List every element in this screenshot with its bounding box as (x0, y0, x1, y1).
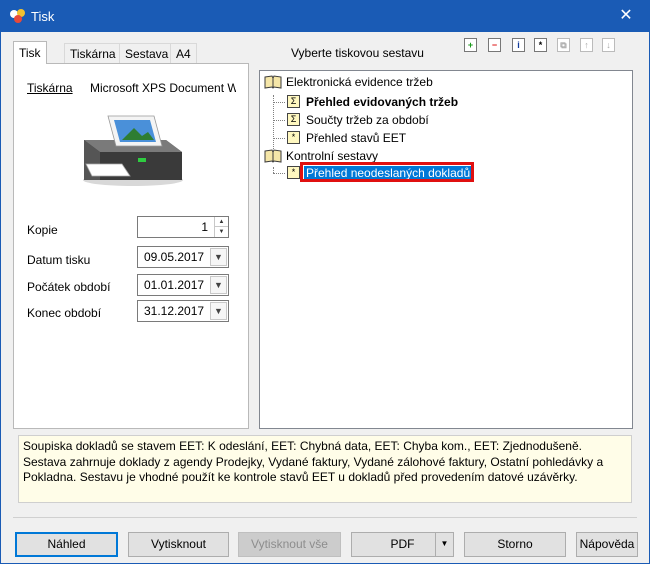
period-start-field[interactable]: 01.01.2017 ▼ (137, 274, 229, 296)
print-dialog: Tisk ✕ Tisk Tiskárna Sestava A4 Tiskárna… (0, 0, 650, 564)
printer-link[interactable]: Tiskárna (27, 81, 73, 95)
tab-sestava[interactable]: Sestava (119, 43, 175, 63)
pdf-button-label: PDF (390, 537, 415, 551)
cancel-button[interactable]: Storno (464, 532, 566, 557)
copy-icon[interactable]: ⧉ (557, 38, 570, 52)
tree-group-label: Kontrolní sestavy (286, 149, 379, 163)
sigma-icon: Σ (287, 95, 300, 108)
star-doc-icon: * (287, 131, 300, 144)
spin-up-icon[interactable]: ▲ (215, 217, 228, 227)
info-icon[interactable]: i (512, 38, 525, 52)
sigma-icon: Σ (287, 113, 300, 126)
remove-icon[interactable]: − (488, 38, 501, 52)
copies-label: Kopie (27, 223, 58, 237)
pdf-button[interactable]: PDF ▼ (351, 532, 454, 557)
chevron-down-icon[interactable]: ▼ (210, 302, 227, 320)
help-button[interactable]: Nápověda (576, 532, 638, 557)
chevron-down-icon[interactable]: ▼ (210, 248, 227, 266)
close-icon[interactable]: ✕ (603, 1, 649, 32)
printer-name: Microsoft XPS Document Writer (90, 81, 236, 95)
book-icon (264, 149, 282, 163)
copies-stepper[interactable]: 1 ▲ ▼ (137, 216, 229, 238)
app-logo-icon (10, 9, 25, 23)
print-settings-panel: Tiskárna Microsoft XPS Document Writer K… (13, 63, 249, 429)
star-icon[interactable]: * (534, 38, 547, 52)
move-down-icon[interactable]: ↓ (602, 38, 615, 52)
report-tree: Elektronická evidence tržeb Σ Přehled ev… (259, 70, 633, 429)
tab-a4[interactable]: A4 (170, 43, 197, 63)
period-end-field[interactable]: 31.12.2017 ▼ (137, 300, 229, 322)
tab-tisk[interactable]: Tisk (13, 41, 47, 64)
print-button[interactable]: Vytisknout (128, 532, 229, 557)
tab-tiskarna[interactable]: Tiskárna (64, 43, 122, 63)
preview-button[interactable]: Náhled (15, 532, 118, 557)
chevron-down-icon[interactable]: ▼ (210, 276, 227, 294)
move-up-icon[interactable]: ↑ (580, 38, 593, 52)
print-all-button[interactable]: Vytisknout vše (238, 532, 341, 557)
add-icon[interactable]: + (464, 38, 477, 52)
period-end-label: Konec období (27, 306, 102, 320)
copies-spin[interactable]: ▲ ▼ (214, 217, 228, 237)
tree-item-label: Přehled evidovaných tržeb (306, 95, 459, 109)
period-end-value: 31.12.2017 (144, 304, 205, 318)
window-title: Tisk (31, 9, 55, 24)
title-bar: Tisk ✕ (1, 1, 649, 32)
print-date-field[interactable]: 09.05.2017 ▼ (137, 246, 229, 268)
tree-group-label: Elektronická evidence tržeb (286, 75, 433, 89)
report-description: Soupiska dokladů se stavem EET: K odeslá… (18, 435, 632, 503)
tree-item-label: Součty tržeb za období (306, 113, 429, 127)
spin-down-icon[interactable]: ▼ (215, 227, 228, 237)
period-start-label: Počátek období (27, 280, 111, 294)
book-icon (264, 75, 282, 89)
divider (13, 517, 637, 518)
dropdown-arrow-icon[interactable]: ▼ (435, 533, 453, 556)
report-tree-header: Vyberte tiskovou sestavu (291, 46, 424, 60)
printer-icon (83, 115, 183, 186)
print-date-value: 09.05.2017 (144, 250, 205, 264)
star-doc-icon: * (287, 166, 300, 179)
period-start-value: 01.01.2017 (144, 278, 205, 292)
print-date-label: Datum tisku (27, 253, 91, 267)
copies-value: 1 (201, 220, 208, 234)
selection-highlight (300, 162, 474, 182)
tree-item-label: Přehled stavů EET (306, 131, 407, 145)
